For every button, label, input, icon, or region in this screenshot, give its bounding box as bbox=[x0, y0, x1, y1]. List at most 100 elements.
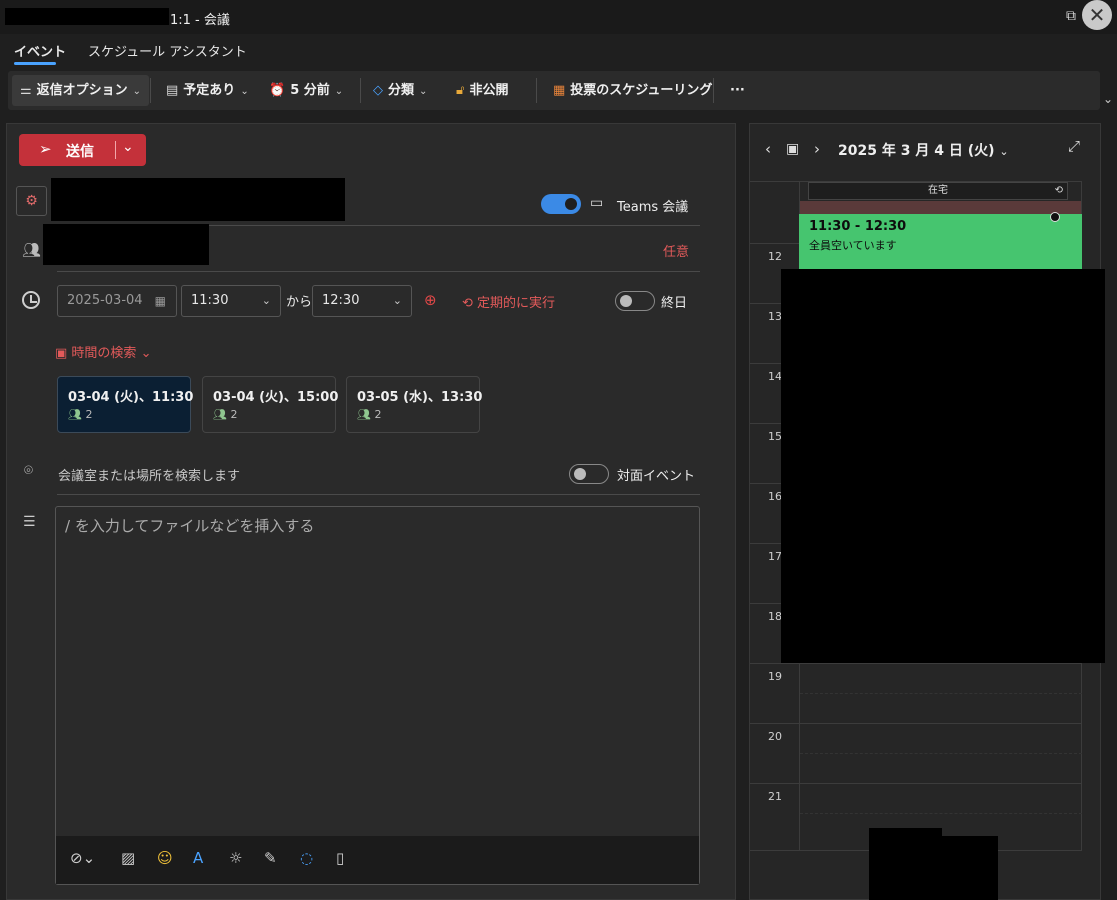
half-hour-line bbox=[800, 693, 1082, 694]
private-button[interactable]: 🔓︎ 非公開 bbox=[456, 71, 508, 110]
video-camera-icon: ▭ bbox=[590, 195, 604, 211]
body-editor[interactable] bbox=[55, 506, 700, 885]
hour-line bbox=[750, 663, 1082, 664]
end-time-dropdown[interactable]: 12:30 ⌄ bbox=[312, 285, 412, 317]
alarm-icon: ⏰ bbox=[269, 83, 286, 98]
ribbon-expand-icon[interactable]: ⌄ bbox=[1103, 92, 1113, 106]
reply-options-button[interactable]: ⚌ 返信オプション ⌄ bbox=[12, 75, 150, 106]
attendee-count: 👥︎ 2 bbox=[68, 408, 93, 421]
active-tab-indicator bbox=[14, 62, 56, 65]
hour-line bbox=[750, 783, 1082, 784]
in-person-label: 対面イベント bbox=[617, 469, 696, 484]
sliders-icon: ⚌ bbox=[20, 83, 32, 98]
attendees-input[interactable] bbox=[43, 224, 209, 265]
in-person-toggle[interactable] bbox=[569, 464, 609, 484]
existing-event[interactable] bbox=[800, 201, 1081, 214]
reminder-button[interactable]: ⏰ 5 分前 ⌄ bbox=[269, 71, 343, 110]
tag-icon: ◇ bbox=[373, 83, 383, 98]
attach-icon[interactable]: ⊘⌄ bbox=[70, 849, 95, 867]
expand-icon[interactable]: ⤢ bbox=[1068, 137, 1080, 155]
category-icon[interactable]: ⚙ bbox=[16, 186, 47, 216]
poll-icon: ▦ bbox=[553, 83, 566, 98]
globe-icon[interactable]: ⊕ bbox=[424, 291, 437, 309]
show-as-label: 予定あり bbox=[183, 83, 236, 98]
find-time-link[interactable]: ▣ 時間の検索 ⌄ bbox=[55, 342, 151, 361]
hour-label: 18 bbox=[768, 610, 782, 623]
previous-day-button[interactable]: ‹ bbox=[765, 140, 771, 158]
calendar-date-label: 2025 年 3 月 4 日 (火) bbox=[838, 143, 995, 159]
more-options-button[interactable]: ··· bbox=[730, 71, 745, 110]
hour-label: 19 bbox=[768, 670, 782, 683]
tab-scheduling-assistant[interactable]: スケジュール アシスタント bbox=[88, 41, 247, 60]
copilot-icon[interactable]: ◌ bbox=[300, 849, 313, 867]
suggestion-time: 03-05 (水)、13:30 bbox=[357, 390, 483, 405]
chevron-down-icon[interactable]: ⌄ bbox=[122, 139, 134, 155]
hour-label: 14 bbox=[768, 370, 782, 383]
hour-label: 20 bbox=[768, 730, 782, 743]
send-button[interactable]: ➢ 送信 ⌄ bbox=[19, 134, 146, 166]
hour-label: 12 bbox=[768, 250, 782, 263]
categorize-button[interactable]: ◇ 分類 ⌄ bbox=[373, 71, 427, 110]
brightness-icon[interactable]: ☼ bbox=[229, 849, 242, 867]
emoji-icon[interactable]: ☺ bbox=[157, 849, 173, 867]
recurring-link[interactable]: ⟲ 定期的に実行 bbox=[462, 292, 555, 311]
window-title: 1:1 - 会議 bbox=[170, 13, 230, 28]
repeat-icon: ⟲ bbox=[1054, 185, 1063, 196]
title-input[interactable] bbox=[51, 178, 345, 221]
document-icon[interactable]: ▯ bbox=[336, 849, 344, 867]
divider bbox=[713, 78, 714, 103]
redacted-block bbox=[781, 269, 1105, 663]
people-icon: 👥︎ bbox=[68, 408, 82, 421]
divider bbox=[57, 271, 700, 272]
popout-icon[interactable]: ⧉ bbox=[1066, 8, 1082, 24]
all-day-event[interactable]: 在宅 ⟲ bbox=[808, 182, 1068, 200]
next-day-button[interactable]: › bbox=[814, 140, 820, 158]
find-time-label: 時間の検索 bbox=[71, 346, 137, 361]
suggestion-time: 03-04 (火)、11:30 bbox=[68, 390, 194, 405]
event-time: 11:30 - 12:30 bbox=[809, 219, 907, 234]
show-as-button[interactable]: ▤ 予定あり ⌄ bbox=[166, 71, 249, 110]
body-placeholder: / を入力してファイルなどを挿入する bbox=[65, 517, 315, 535]
chevron-down-icon: ⌄ bbox=[419, 86, 428, 97]
divider bbox=[536, 78, 537, 103]
attendee-count: 👥︎ 2 bbox=[357, 408, 382, 421]
repeat-icon: ⟲ bbox=[462, 296, 478, 311]
time-suggestion[interactable]: 03-04 (火)、11:30 👥︎ 2 bbox=[57, 376, 194, 433]
time-suggestion[interactable]: 03-04 (火)、15:00 👥︎ 2 bbox=[202, 376, 339, 433]
calendar-date-picker[interactable]: 2025 年 3 月 4 日 (火) ⌄ bbox=[838, 140, 1009, 160]
image-icon[interactable]: ▨ bbox=[121, 849, 135, 867]
teams-meeting-label: Teams 会議 bbox=[617, 200, 689, 215]
toggle-knob bbox=[620, 295, 632, 307]
chevron-down-icon: ⌄ bbox=[261, 294, 271, 307]
location-input[interactable]: 会議室または場所を検索します bbox=[58, 465, 240, 484]
optional-attendees-link[interactable]: 任意 bbox=[663, 241, 689, 260]
divider bbox=[150, 78, 151, 103]
scheduling-poll-label: 投票のスケジューリング bbox=[570, 83, 713, 98]
title-bar: 1:1 - 会議 bbox=[0, 0, 1117, 34]
date-value: 2025-03-04 bbox=[67, 293, 143, 308]
all-day-toggle[interactable] bbox=[615, 291, 655, 311]
today-icon[interactable]: ▣ bbox=[786, 141, 799, 157]
close-icon[interactable]: ✕ bbox=[1082, 0, 1112, 30]
format-painter-icon[interactable]: A bbox=[193, 849, 203, 867]
half-hour-line bbox=[800, 753, 1082, 754]
start-time-dropdown[interactable]: 11:30 ⌄ bbox=[181, 285, 281, 317]
pen-icon[interactable]: ✎ bbox=[264, 849, 277, 867]
scheduling-poll-button[interactable]: ▦ 投票のスケジューリング bbox=[553, 71, 712, 110]
tab-event[interactable]: イベント bbox=[14, 41, 66, 60]
hour-label: 17 bbox=[768, 550, 782, 563]
ribbon-toolbar: ⚌ 返信オプション ⌄ ▤ 予定あり ⌄ ⏰ 5 分前 ⌄ ◇ 分類 ⌄ 🔓︎ 非公開 ▦ 投票のス… bbox=[8, 71, 1100, 110]
chevron-down-icon: ⌄ bbox=[999, 145, 1009, 158]
proposed-event[interactable]: 11:30 - 12:30 全員空いています bbox=[799, 214, 1082, 270]
current-time-indicator bbox=[1050, 212, 1060, 222]
teams-meeting-toggle[interactable] bbox=[541, 194, 581, 214]
busy-icon: ▤ bbox=[166, 83, 179, 98]
toggle-knob bbox=[565, 198, 577, 210]
clock-icon bbox=[22, 291, 40, 309]
suggestion-time: 03-04 (火)、15:00 bbox=[213, 390, 339, 405]
half-hour-line bbox=[800, 813, 1082, 814]
divider bbox=[115, 141, 116, 159]
time-suggestion[interactable]: 03-05 (水)、13:30 👥︎ 2 bbox=[346, 376, 483, 433]
start-date-field[interactable]: 2025-03-04 ▦ bbox=[57, 285, 177, 317]
divider bbox=[57, 494, 700, 495]
